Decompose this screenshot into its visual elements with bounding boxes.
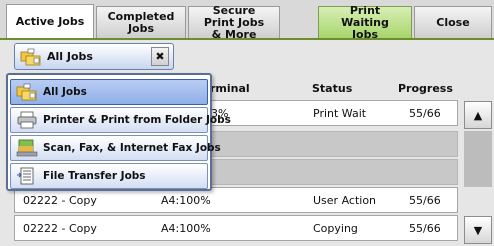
printer-icon — [17, 111, 37, 129]
row-terminal: A4:100% — [161, 222, 211, 235]
option-label: Printer & Print from Folder Jobs — [43, 114, 231, 126]
close-icon: ✖ — [155, 50, 165, 63]
row-terminal: A4:100% — [161, 194, 211, 207]
file-transfer-icon — [17, 167, 34, 185]
triangle-down-icon: ▼ — [473, 223, 483, 237]
row-progress: 55/66 — [409, 107, 441, 120]
tab-secure-print-jobs[interactable]: Secure Print Jobs & More — [188, 4, 280, 40]
scroll-up-button[interactable]: ▲ — [464, 101, 492, 129]
option-file-transfer-jobs[interactable]: File Transfer Jobs — [10, 163, 208, 189]
all-jobs-icon — [16, 83, 37, 101]
tab-active-jobs[interactable]: Active Jobs — [6, 4, 94, 39]
job-type-dropdown: All Jobs Printer & Print from Folder Job… — [6, 73, 231, 191]
option-label: File Transfer Jobs — [43, 170, 146, 182]
tab-completed-jobs[interactable]: Completed Jobs — [96, 6, 186, 38]
tab-print-waiting-jobs[interactable]: Print Waiting Jobs — [318, 4, 412, 40]
option-label: Scan, Fax, & Internet Fax Jobs — [43, 142, 221, 154]
option-label: All Jobs — [43, 86, 87, 98]
triangle-up-icon: ▲ — [473, 108, 483, 122]
row-progress: 55/66 — [409, 194, 441, 207]
row-progress: 55/66 — [409, 222, 441, 235]
option-all-jobs[interactable]: All Jobs — [10, 79, 208, 105]
table-row[interactable]: 02222 - Copy A4:100% Copying 55/66 — [14, 215, 458, 241]
all-jobs-icon — [20, 48, 41, 65]
row-owner: 02222 - Copy — [23, 222, 97, 235]
column-status: Status — [312, 82, 353, 95]
row-status: Print Wait — [313, 107, 367, 120]
scrollbar-track[interactable] — [464, 131, 492, 187]
scroll-down-button[interactable]: ▼ — [464, 216, 492, 244]
clear-filter-button[interactable]: ✖ — [151, 47, 169, 66]
row-status: Copying — [313, 222, 358, 235]
close-button[interactable]: Close — [414, 6, 492, 38]
job-filter-label: All Jobs — [47, 50, 93, 63]
option-scan-fax-jobs[interactable]: Scan, Fax, & Internet Fax Jobs — [10, 135, 221, 161]
scan-icon — [16, 139, 38, 157]
column-terminal: rminal — [210, 82, 250, 95]
option-printer-jobs[interactable]: Printer & Print from Folder Jobs — [10, 107, 231, 133]
tab-bar: Active Jobs Completed Jobs Secure Print … — [0, 0, 494, 40]
row-owner: 02222 - Copy — [23, 194, 97, 207]
job-filter-button[interactable]: All Jobs ✖ — [14, 43, 174, 70]
column-progress: Progress — [398, 82, 453, 95]
row-status: User Action — [313, 194, 377, 207]
